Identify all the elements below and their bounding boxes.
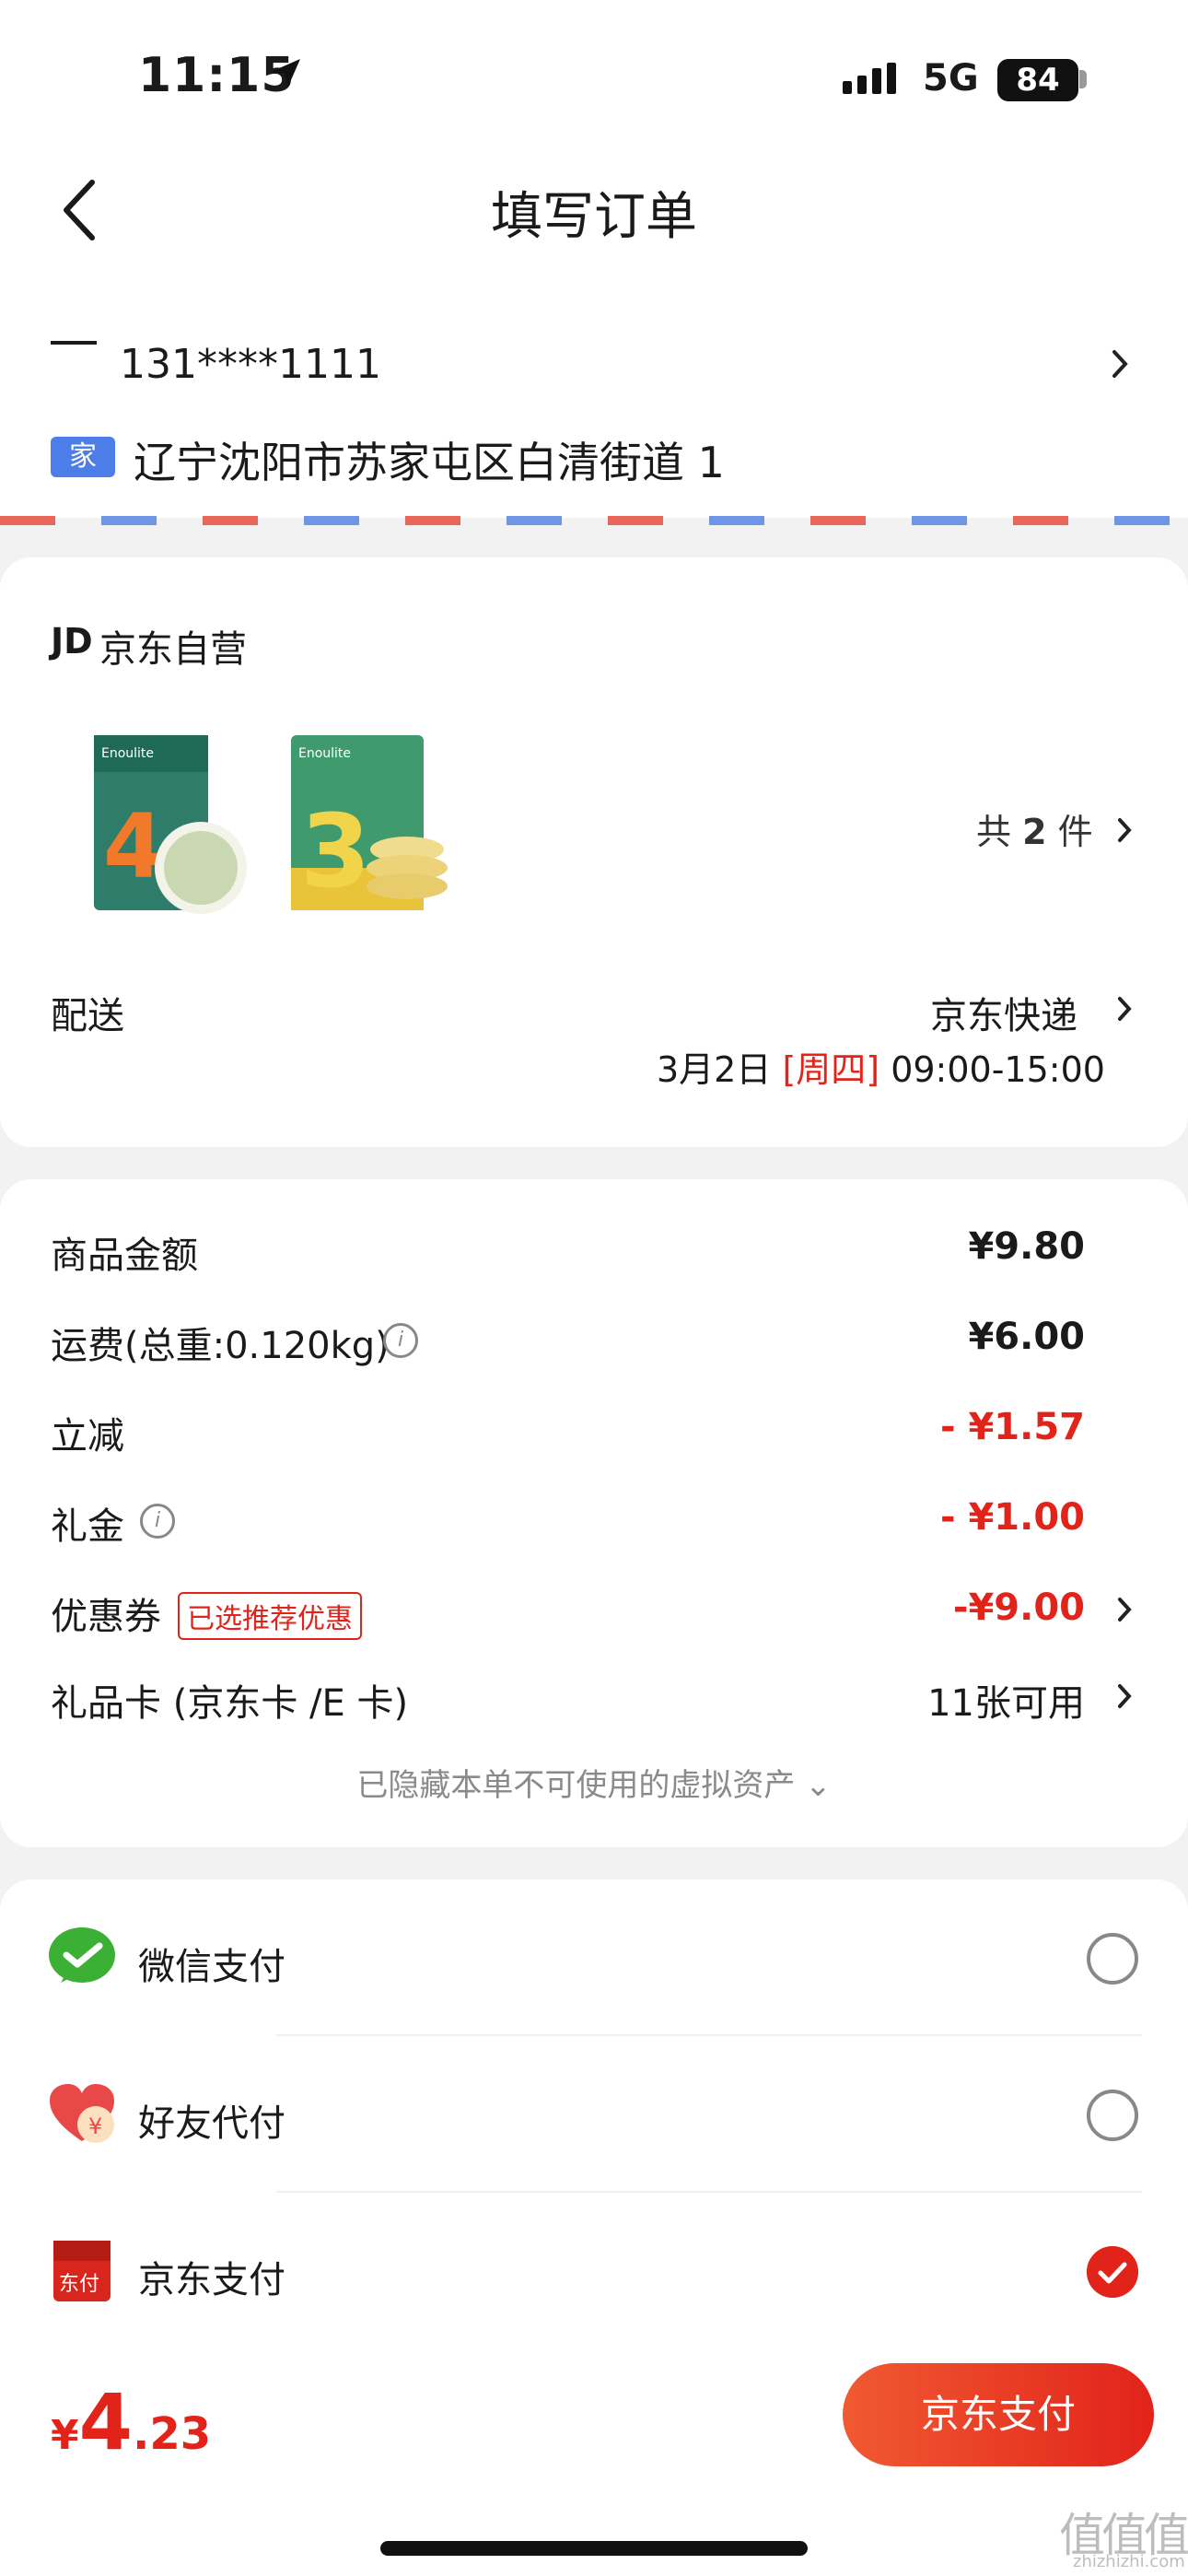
chevron-right-icon[interactable] — [1111, 348, 1129, 380]
radio-unselected[interactable] — [1087, 1933, 1138, 1985]
watermark-url: zhizhizhi.com — [1073, 2552, 1185, 2571]
gift-money-label: 礼金 — [51, 1505, 124, 1548]
shipping-window: 09:00-15:00 — [891, 1049, 1105, 1090]
shipping-date: 3月2日 — [657, 1049, 772, 1090]
friend-pay-heart-icon: ¥ — [50, 2084, 114, 2143]
total-currency: ¥ — [51, 2412, 79, 2459]
shop-name: 京东自营 — [99, 628, 247, 671]
jd-pay-icon-text: 东付 — [59, 2273, 99, 2296]
gift-money-value: - ¥1.00 — [939, 1496, 1085, 1539]
signal-icon — [843, 63, 896, 94]
product-image-1[interactable]: Enoulite 4 — [90, 730, 256, 914]
items-count-number: 2 — [1022, 812, 1047, 852]
svg-text:4: 4 — [103, 795, 165, 898]
submit-pay-button[interactable]: 京东支付 — [843, 2363, 1154, 2466]
svg-text:Enoulite: Enoulite — [298, 746, 351, 761]
payment-label-jd: 京东支付 — [138, 2259, 285, 2301]
svg-text:Enoulite: Enoulite — [101, 746, 154, 761]
chevron-right-icon[interactable] — [1116, 1596, 1133, 1623]
goods-amount-label: 商品金额 — [51, 1235, 198, 1277]
svg-text:3: 3 — [300, 792, 371, 910]
giftcard-value[interactable]: 11张可用 — [927, 1673, 1085, 1727]
order-total: ¥4.23 — [51, 2377, 211, 2467]
jd-logo: JD — [51, 621, 93, 662]
payment-label-friend: 好友代付 — [138, 2102, 285, 2145]
items-count-suffix: 件 — [1057, 812, 1093, 852]
shipping-weekday: [周四] — [782, 1049, 880, 1090]
wechat-pay-icon — [49, 1927, 115, 1983]
radio-unselected[interactable] — [1087, 2090, 1138, 2141]
friend-pay-icon-text: ¥ — [88, 2113, 102, 2139]
shipping-method[interactable]: 京东快递 — [930, 986, 1077, 1039]
home-indicator[interactable] — [380, 2541, 808, 2556]
coupon-value[interactable]: -¥9.00 — [953, 1587, 1085, 1629]
payment-label-wechat: 微信支付 — [138, 1946, 285, 1988]
giftcard-label: 礼品卡 (京东卡 /E 卡) — [51, 1682, 409, 1725]
total-decimal: .23 — [133, 2408, 212, 2460]
coupon-recommend-tag: 已选推荐优惠 — [178, 1592, 362, 1640]
chevron-right-icon[interactable] — [1116, 816, 1133, 844]
network-type: 5G — [923, 57, 979, 100]
shipping-label: 配送 — [51, 995, 124, 1037]
freight-label: 运费(总重:0.120kg) — [51, 1325, 390, 1367]
jd-pay-icon: 东付 — [53, 2241, 111, 2301]
airmail-border — [0, 516, 1188, 525]
info-icon[interactable]: i — [383, 1323, 418, 1358]
product-image-2[interactable]: Enoulite 3 — [287, 730, 453, 914]
battery-cap — [1079, 70, 1087, 88]
radio-checked-icon[interactable] — [1087, 2246, 1138, 2298]
chevron-right-icon[interactable] — [1116, 995, 1133, 1023]
discount-value: - ¥1.57 — [939, 1406, 1085, 1448]
battery-indicator: 84 — [997, 59, 1078, 101]
recipient-name-redacted — [51, 341, 97, 345]
shipping-time[interactable]: 3月2日 [周四] 09:00-15:00 — [657, 1041, 1105, 1092]
info-icon[interactable]: i — [140, 1504, 175, 1539]
discount-label: 立减 — [51, 1415, 124, 1458]
address-text: 辽宁沈阳市苏家屯区白清街道 1 — [134, 438, 725, 487]
address-tag-home: 家 — [51, 437, 115, 477]
items-count-prefix: 共 — [976, 812, 1012, 852]
goods-amount-value: ¥9.80 — [968, 1225, 1085, 1268]
divider — [276, 2191, 1142, 2193]
divider — [276, 2034, 1142, 2036]
page-title: 填写订单 — [491, 187, 697, 247]
chevron-right-icon[interactable] — [1116, 1682, 1133, 1710]
location-arrow-icon — [271, 59, 300, 88]
freight-value: ¥6.00 — [968, 1316, 1085, 1358]
coupon-label: 优惠券 — [51, 1596, 161, 1638]
recipient-phone: 131****1111 — [120, 341, 381, 388]
hidden-assets-toggle[interactable]: 已隐藏本单不可使用的虚拟资产 ⌄ — [0, 1760, 1188, 1805]
total-integer: 4 — [78, 2377, 134, 2467]
items-count[interactable]: 共 2 件 — [976, 803, 1093, 854]
